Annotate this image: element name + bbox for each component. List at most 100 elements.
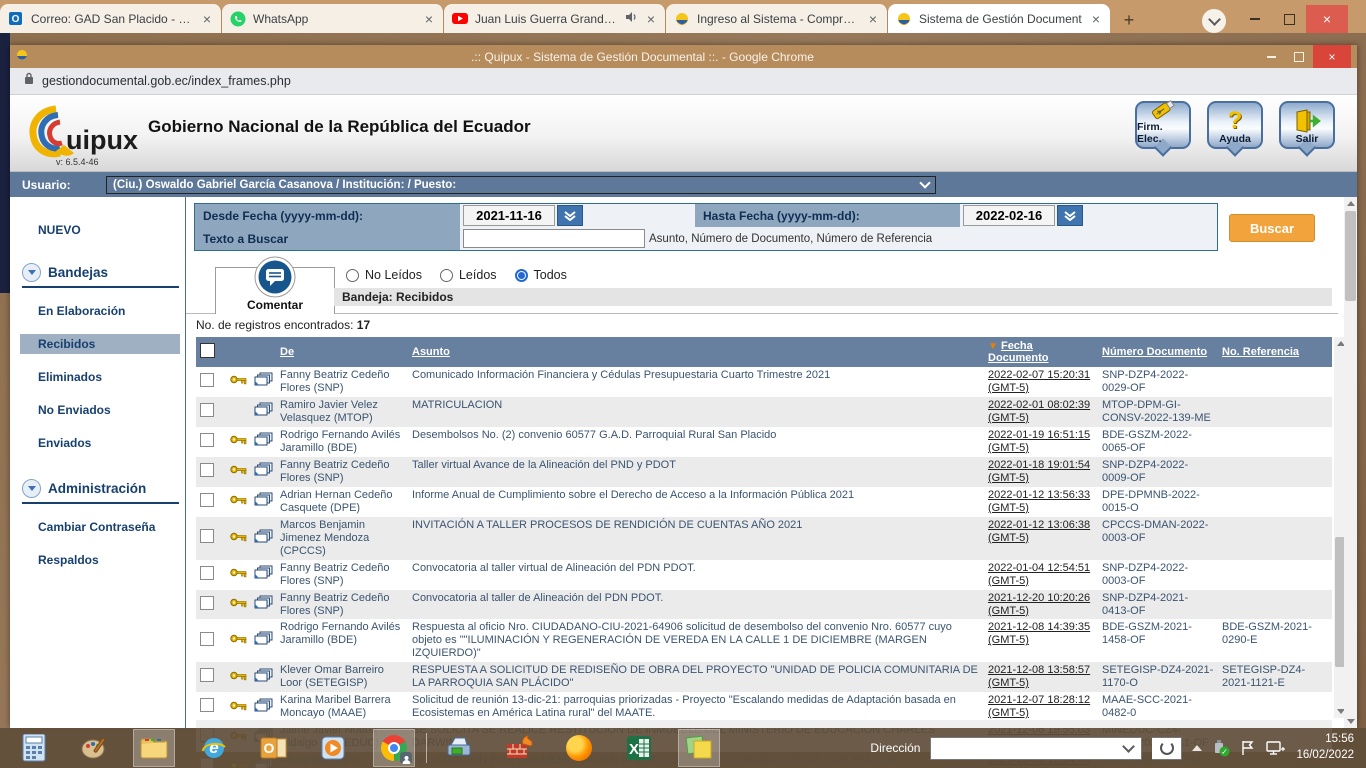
sidebar-section-bandejas[interactable]: Bandejas (22, 263, 179, 288)
go-refresh-button[interactable] (1152, 737, 1182, 760)
doc-from[interactable]: Fanny Beatriz Cedeño Flores (SNP) (276, 560, 408, 590)
doc-subject[interactable]: RESPUESTA A SOLICITUD DE REDISEÑO DE OBR… (408, 662, 984, 692)
horizontal-scrollbar[interactable] (196, 720, 1332, 728)
table-row[interactable]: Klever Omar Barreiro Loor (SETEGISP) RES… (196, 662, 1332, 692)
doc-subject[interactable]: Comunicado Información Financiera y Cédu… (408, 367, 984, 397)
doc-from[interactable]: Ramiro Javier Velez Velasquez (MTOP) (276, 397, 408, 427)
row-checkbox[interactable] (200, 463, 214, 477)
copy-document-icon[interactable] (254, 571, 273, 583)
doc-date-link[interactable]: 2022-01-12 13:56:33 (GMT-5) (988, 489, 1090, 514)
copy-document-icon[interactable] (254, 704, 273, 716)
row-checkbox[interactable] (200, 566, 214, 580)
copy-document-icon[interactable] (254, 601, 273, 613)
url-text[interactable]: gestiondocumental.gob.ec/index_frames.ph… (42, 74, 291, 88)
sidebar-item-no-enviados[interactable]: No Enviados (10, 400, 180, 420)
doc-date-link[interactable]: 2022-02-01 08:02:39 (GMT-5) (988, 399, 1090, 424)
usb-safely-remove-icon[interactable]: ✓ (1212, 739, 1230, 757)
row-checkbox-cell[interactable] (196, 397, 226, 427)
table-row[interactable]: Marcos Benjamin Jimenez Mendoza (CPCCS) … (196, 517, 1332, 560)
row-checkbox-cell[interactable] (196, 692, 226, 722)
doc-date-link[interactable]: 2022-02-07 15:20:31 (GMT-5) (988, 369, 1090, 394)
excel-icon[interactable]: X (619, 730, 659, 766)
firma-electronica-button[interactable]: Firm. Elec. (1135, 101, 1191, 149)
network-icon[interactable] (1266, 740, 1286, 756)
doc-subject[interactable]: INVITACIÓN A TALLER PROCESOS DE RENDICIÓ… (408, 517, 984, 560)
doc-from[interactable]: Rodrigo Fernando Avilés Jaramillo (BDE) (276, 427, 408, 457)
column-header-referencia[interactable]: No. Referencia (1218, 337, 1332, 367)
media-player-icon[interactable] (314, 730, 354, 766)
radio-icon[interactable] (346, 269, 359, 282)
firefox-icon[interactable] (559, 730, 599, 766)
doc-subject[interactable]: Solicitud de reunión 13-dic-21: parroqui… (408, 692, 984, 722)
row-checkbox[interactable] (200, 668, 214, 682)
comentar-button[interactable]: Comentar (215, 267, 335, 314)
doc-subject[interactable]: MATRICULACION (408, 397, 984, 427)
tab-close-icon[interactable]: × (1090, 11, 1102, 27)
tab-close-icon[interactable]: × (423, 11, 435, 27)
doc-from[interactable]: Fanny Beatriz Cedeño Flores (SNP) (276, 367, 408, 397)
doc-from[interactable]: Marcos Benjamin Jimenez Mendoza (CPCCS) (276, 517, 408, 560)
row-checkbox[interactable] (200, 433, 214, 447)
row-checkbox[interactable] (200, 632, 214, 646)
browser-tab-quipux-active[interactable]: Sistema de Gestión Document × (888, 4, 1110, 33)
row-checkbox-cell[interactable] (196, 662, 226, 692)
radio-todos[interactable]: Todos (515, 268, 567, 282)
hasta-fecha-calendar-button[interactable] (1057, 205, 1083, 226)
doc-subject[interactable]: Convocatoria al taller de Alineación del… (408, 590, 984, 620)
doc-from[interactable]: Adrian Hernan Cedeño Casquete (DPE) (276, 487, 408, 517)
tab-search-button[interactable] (1202, 9, 1226, 33)
chrome-icon[interactable] (374, 730, 414, 766)
browser-tab-compras[interactable]: Ingreso al Sistema - Compras P × (666, 4, 888, 33)
direccion-input[interactable] (930, 737, 1142, 760)
file-explorer-icon[interactable] (134, 730, 174, 766)
column-header-numero[interactable]: Número Documento (1098, 337, 1218, 367)
address-bar[interactable]: gestiondocumental.gob.ec/index_frames.ph… (10, 68, 1357, 95)
paint-icon[interactable] (74, 730, 114, 766)
doc-from[interactable]: Fanny Beatriz Cedeño Flores (SNP) (276, 457, 408, 487)
collapse-chevron-icon[interactable] (22, 263, 41, 282)
scroll-down-icon[interactable] (1344, 715, 1357, 728)
salir-button[interactable]: Salir (1279, 101, 1335, 149)
copy-document-icon[interactable] (254, 468, 273, 480)
copy-document-icon[interactable] (254, 674, 273, 686)
sidebar-item-en-elaboracion[interactable]: En Elaboración (10, 301, 180, 321)
sidebar-item-cambiar-contrasena[interactable]: Cambiar Contraseña (10, 517, 180, 537)
sidebar-item-nuevo[interactable]: NUEVO (38, 223, 185, 237)
outlook-taskbar-icon[interactable]: O (254, 730, 294, 766)
doc-subject[interactable]: Respuesta al oficio Nro. CIUDADANO-CIU-2… (408, 619, 984, 662)
doc-from[interactable]: Fanny Beatriz Cedeño Flores (SNP) (276, 590, 408, 620)
taskbar-clock[interactable]: 15:56 16/02/2022 (1296, 732, 1354, 763)
table-row[interactable]: Karina Maribel Barrera Moncayo (MAAE) So… (196, 692, 1332, 722)
row-checkbox[interactable] (200, 596, 214, 610)
scroll-up-icon[interactable] (1344, 197, 1357, 210)
doc-date-link[interactable]: 2021-12-08 13:58:57 (GMT-5) (988, 664, 1090, 689)
row-checkbox-cell[interactable] (196, 367, 226, 397)
sidebar-section-administracion[interactable]: Administración (22, 479, 179, 504)
tab-close-icon[interactable]: × (201, 11, 213, 27)
scrollbar-thumb[interactable] (1345, 211, 1356, 301)
doc-date-link[interactable]: 2021-12-08 14:39:35 (GMT-5) (988, 621, 1090, 646)
sidebar-item-eliminados[interactable]: Eliminados (10, 367, 180, 387)
browser-tab-whatsapp[interactable]: WhatsApp × (222, 4, 444, 33)
doc-date-link[interactable]: 2022-01-18 19:01:54 (GMT-5) (988, 459, 1090, 484)
row-checkbox-cell[interactable] (196, 457, 226, 487)
tab-audio-icon[interactable] (625, 10, 638, 28)
doc-date-link[interactable]: 2022-01-12 13:06:38 (GMT-5) (988, 519, 1090, 544)
desde-fecha-calendar-button[interactable] (557, 205, 583, 226)
row-checkbox[interactable] (200, 698, 214, 712)
row-checkbox-cell[interactable] (196, 427, 226, 457)
row-checkbox-cell[interactable] (196, 560, 226, 590)
table-row[interactable]: Fanny Beatriz Cedeño Flores (SNP) Convoc… (196, 560, 1332, 590)
browser-tab-correo[interactable]: O Correo: GAD San Placido - Outl × (0, 4, 222, 33)
doc-subject[interactable]: Convocatoria al taller virtual de Alinea… (408, 560, 984, 590)
column-header-fecha[interactable]: ▼ Fecha Documento (984, 337, 1098, 367)
table-row[interactable]: Fanny Beatriz Cedeño Flores (SNP) Comuni… (196, 367, 1332, 397)
ayuda-button[interactable]: ? Ayuda (1207, 101, 1263, 149)
app-window-titlebar[interactable]: .:: Quipux - Sistema de Gestión Document… (10, 45, 1357, 68)
row-checkbox-cell[interactable] (196, 619, 226, 662)
browser-tab-youtube[interactable]: Juan Luis Guerra Grande M × (444, 4, 666, 33)
copy-document-icon[interactable] (254, 498, 273, 510)
collapse-chevron-icon[interactable] (22, 479, 41, 498)
doc-subject[interactable]: Desembolsos No. (2) convenio 60577 G.A.D… (408, 427, 984, 457)
doc-date-link[interactable]: 2022-01-19 16:51:15 (GMT-5) (988, 429, 1090, 454)
